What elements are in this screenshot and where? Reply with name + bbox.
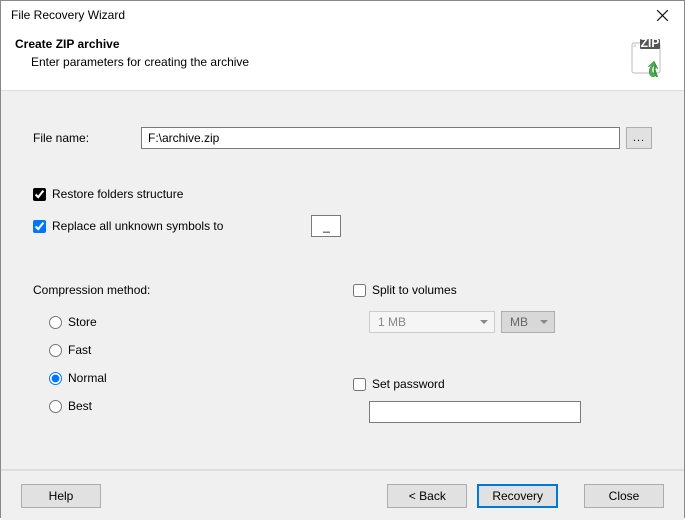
compression-store-radio[interactable] <box>49 316 62 329</box>
wizard-header: Create ZIP archive Enter parameters for … <box>1 29 684 90</box>
set-password-label: Set password <box>372 377 445 391</box>
footer: Help < Back Recovery Close <box>1 470 684 520</box>
page-title: Create ZIP archive <box>15 37 249 51</box>
back-button[interactable]: < Back <box>387 484 467 508</box>
compression-normal-label: Normal <box>68 371 107 385</box>
volume-unit-select[interactable] <box>501 311 555 333</box>
replace-symbols-label: Replace all unknown symbols to <box>52 219 223 233</box>
help-button[interactable]: Help <box>21 484 101 508</box>
svg-text:ZIP: ZIP <box>641 37 660 50</box>
compression-fast-label: Fast <box>68 343 91 357</box>
recovery-button[interactable]: Recovery <box>477 484 558 508</box>
restore-folders-label: Restore folders structure <box>52 187 183 201</box>
set-password-checkbox[interactable] <box>353 378 366 391</box>
browse-button[interactable]: ... <box>626 127 652 149</box>
compression-best-radio[interactable] <box>49 400 62 413</box>
close-icon[interactable] <box>642 2 682 28</box>
compression-best-label: Best <box>68 399 92 413</box>
filename-label: File name: <box>33 131 141 145</box>
compression-store-label: Store <box>68 315 97 329</box>
content-area: File name: ... Restore folders structure… <box>1 91 684 469</box>
window-title: File Recovery Wizard <box>11 8 125 22</box>
page-subtitle: Enter parameters for creating the archiv… <box>15 55 249 69</box>
compression-normal-radio[interactable] <box>49 372 62 385</box>
volume-size-select[interactable] <box>369 311 495 333</box>
close-button[interactable]: Close <box>584 484 664 508</box>
password-input[interactable] <box>369 401 581 423</box>
replace-symbol-input[interactable] <box>311 215 341 237</box>
filename-input[interactable] <box>141 127 620 149</box>
zip-archive-icon: ZIP <box>626 37 666 80</box>
split-volumes-checkbox[interactable] <box>353 284 366 297</box>
split-volumes-label: Split to volumes <box>372 283 457 297</box>
replace-symbols-checkbox[interactable] <box>33 220 46 233</box>
compression-label: Compression method: <box>33 283 353 297</box>
compression-fast-radio[interactable] <box>49 344 62 357</box>
restore-folders-checkbox[interactable] <box>33 188 46 201</box>
titlebar: File Recovery Wizard <box>1 1 684 29</box>
